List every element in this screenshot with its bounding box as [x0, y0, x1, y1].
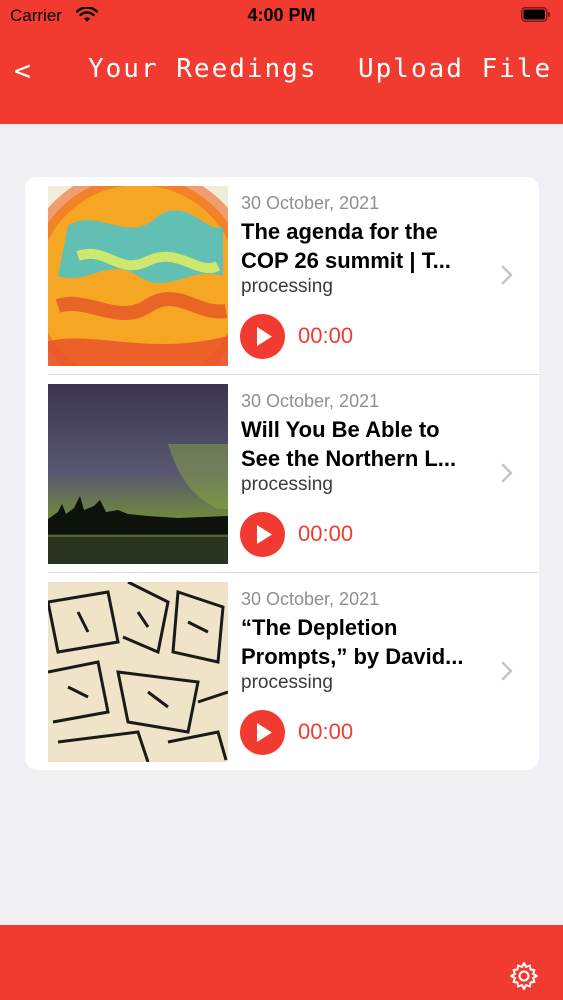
- item-duration: 00:00: [298, 719, 354, 744]
- list-item[interactable]: 30 October, 2021 The agenda for the COP …: [25, 177, 539, 375]
- item-date: 30 October, 2021: [241, 391, 380, 411]
- upload-file-button[interactable]: Upload File: [358, 54, 552, 84]
- item-date: 30 October, 2021: [241, 193, 380, 213]
- status-bar: Carrier 4:00 PM: [0, 0, 563, 32]
- battery-icon: [521, 7, 551, 22]
- item-title-line: Prompts,” by David...: [241, 644, 464, 669]
- header: Carrier 4:00 PM < Your Reedings Upload F…: [0, 0, 563, 124]
- item-title-line: COP 26 summit | T...: [241, 248, 451, 273]
- nav-bar: < Your Reedings Upload File: [0, 46, 563, 96]
- article-thumbnail: [48, 186, 228, 366]
- article-thumbnail: [48, 582, 228, 762]
- item-title-line: See the Northern L...: [241, 446, 457, 471]
- list-item[interactable]: 30 October, 2021 “The Depletion Prompts,…: [25, 573, 539, 770]
- item-title-line: The agenda for the: [241, 219, 438, 244]
- play-button[interactable]: [240, 314, 285, 359]
- item-title-line: Will You Be Able to: [241, 417, 440, 442]
- readings-list: 30 October, 2021 The agenda for the COP …: [25, 177, 539, 770]
- back-button[interactable]: <: [14, 54, 31, 87]
- item-status: processing: [241, 276, 333, 297]
- item-title: “The Depletion Prompts,” by David...: [241, 613, 493, 671]
- item-title: The agenda for the COP 26 summit | T...: [241, 217, 493, 275]
- status-time: 4:00 PM: [247, 5, 316, 25]
- item-title-line: “The Depletion: [241, 615, 398, 640]
- play-icon: [257, 723, 272, 742]
- chevron-right-icon: [501, 661, 513, 686]
- play-icon: [257, 327, 272, 346]
- item-date: 30 October, 2021: [241, 589, 380, 609]
- item-duration: 00:00: [298, 323, 354, 348]
- play-icon: [257, 525, 272, 544]
- bottom-bar: [0, 925, 563, 1000]
- item-status: processing: [241, 474, 333, 495]
- chevron-right-icon: [501, 265, 513, 290]
- list-item[interactable]: 30 October, 2021 Will You Be Able to See…: [25, 375, 539, 573]
- item-status: processing: [241, 672, 333, 693]
- item-duration: 00:00: [298, 521, 354, 546]
- play-button[interactable]: [240, 512, 285, 557]
- article-thumbnail: [48, 384, 228, 564]
- play-button[interactable]: [240, 710, 285, 755]
- chevron-right-icon: [501, 463, 513, 488]
- gear-icon[interactable]: [508, 960, 540, 997]
- item-title: Will You Be Able to See the Northern L..…: [241, 415, 493, 473]
- page-title: Your Reedings: [88, 54, 318, 84]
